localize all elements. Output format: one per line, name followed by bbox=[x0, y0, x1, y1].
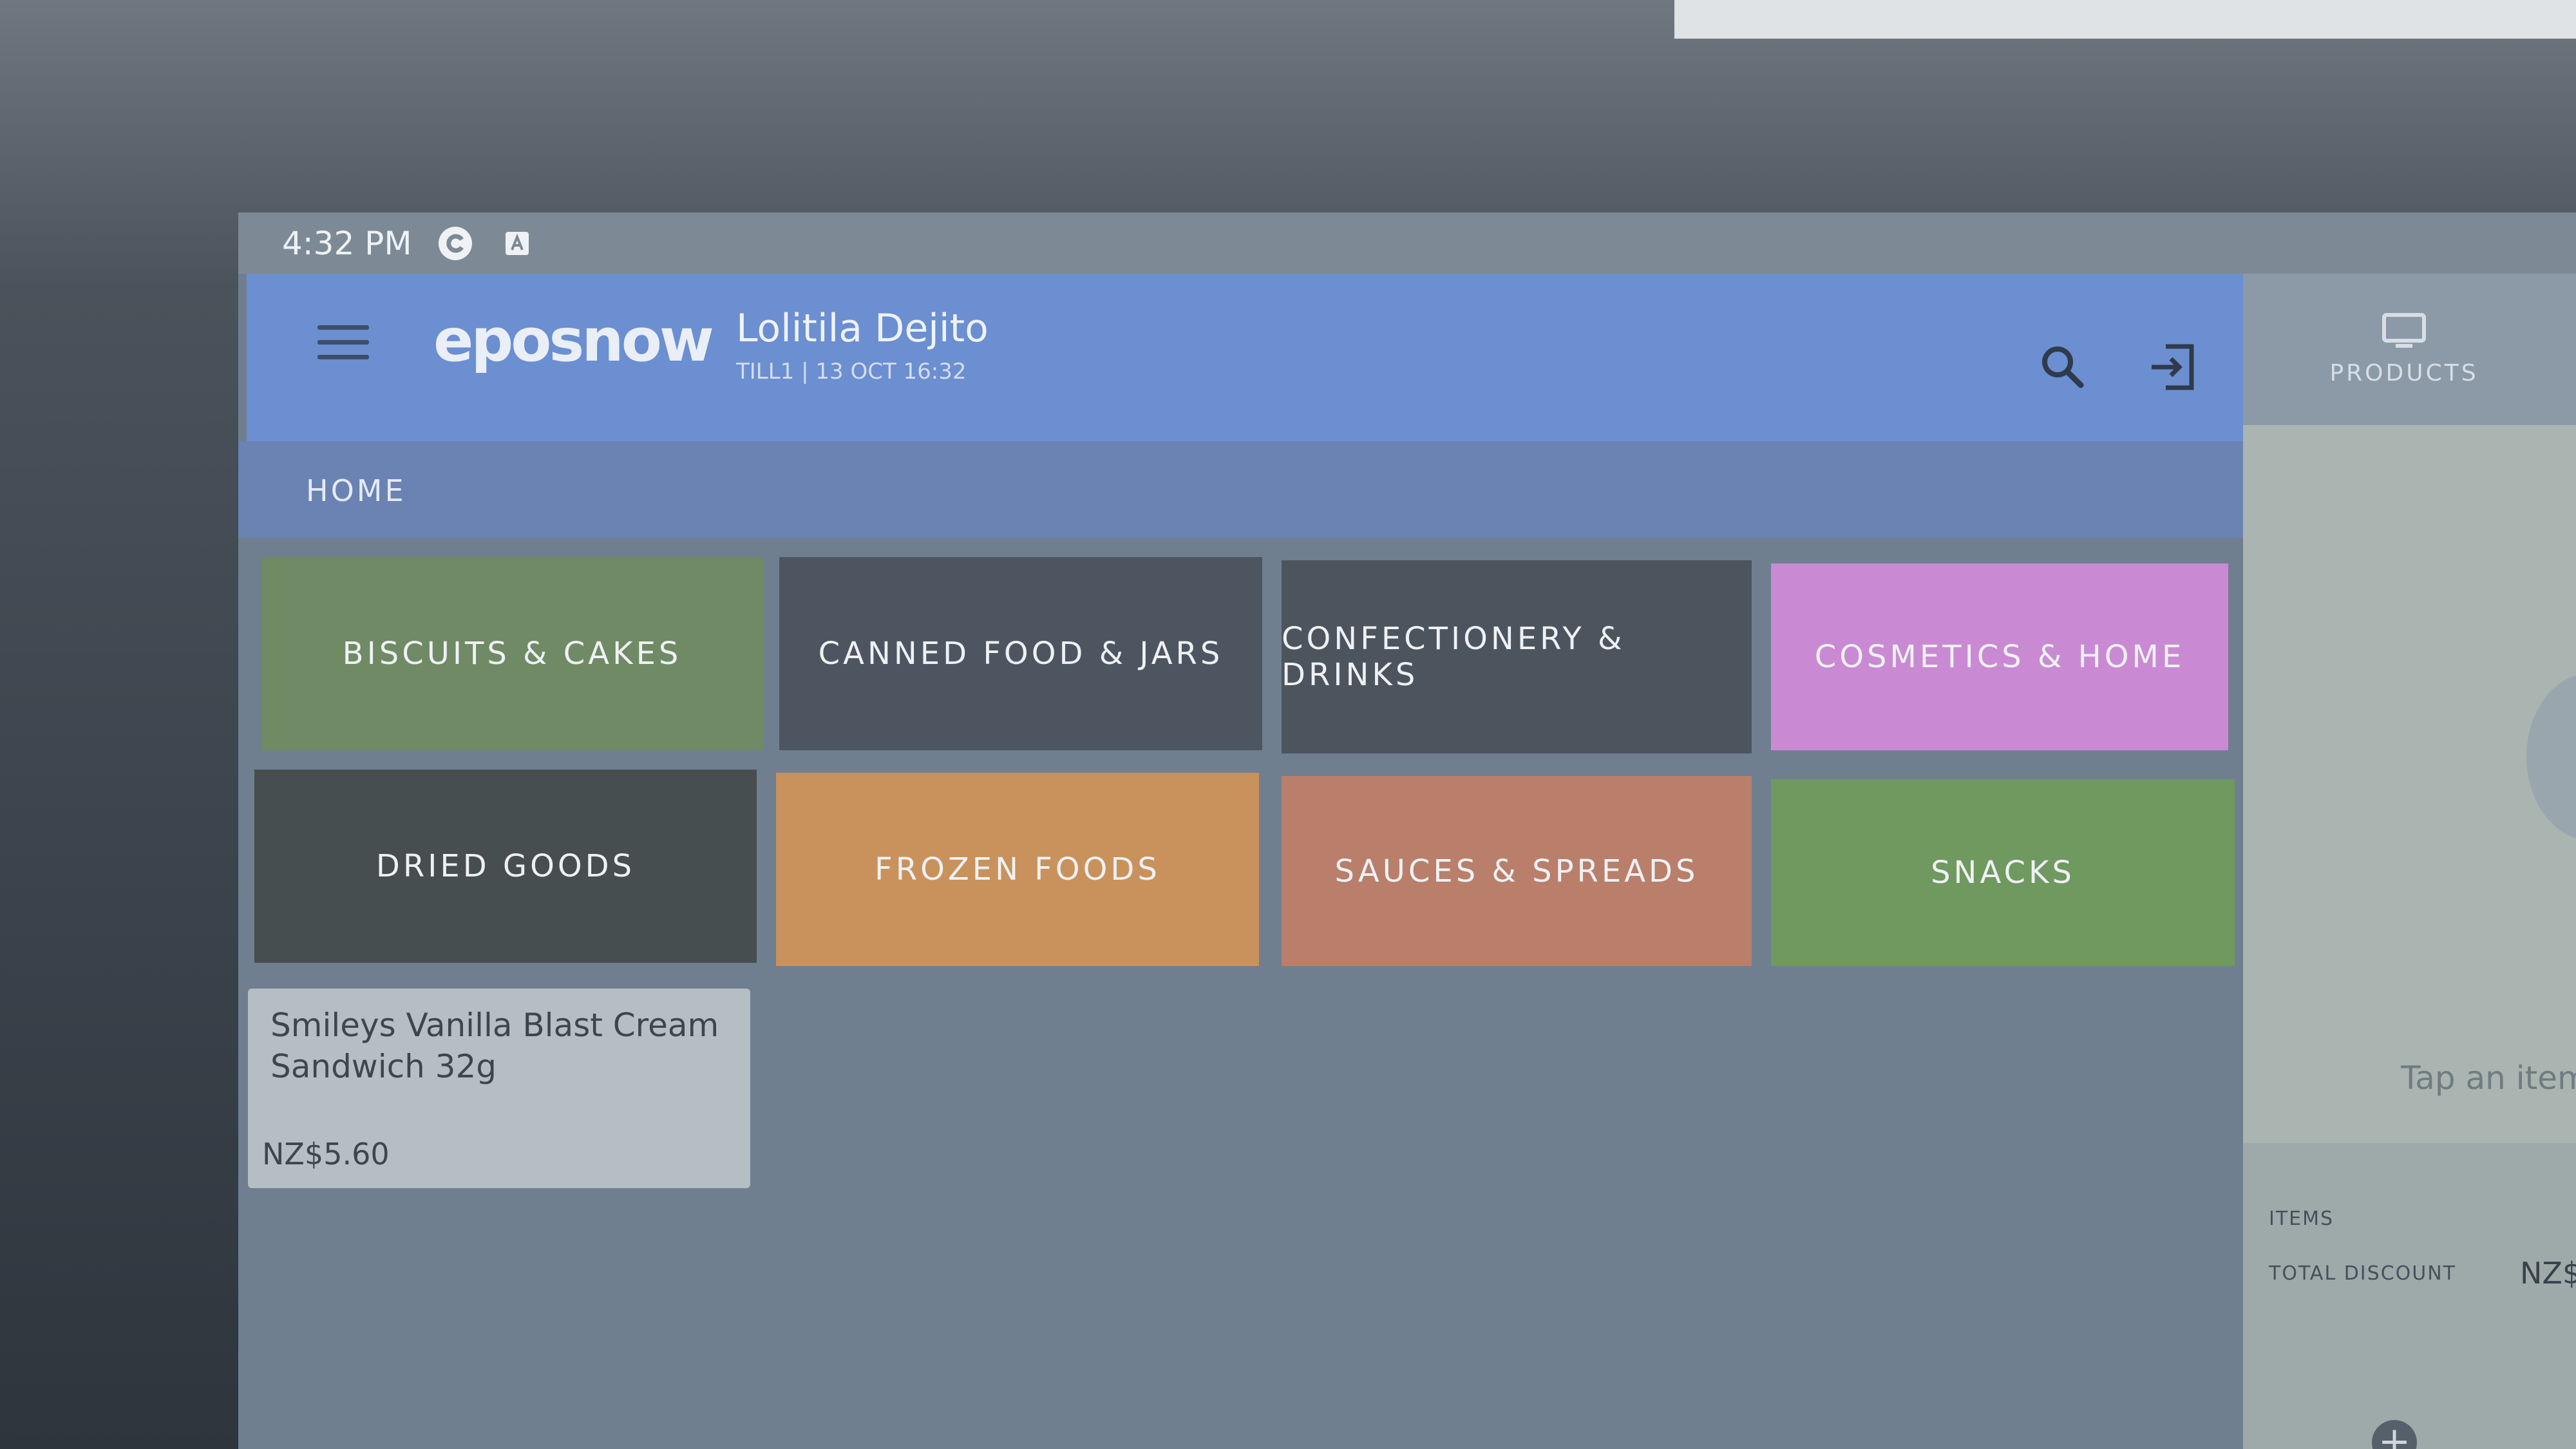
category-tile[interactable]: SNACKS bbox=[1771, 779, 2235, 966]
product-price: NZ$5.60 bbox=[262, 1137, 390, 1171]
category-tile[interactable]: BISCUITS & CAKES bbox=[261, 557, 763, 750]
panel-tabs: PRODUCTS bbox=[2243, 274, 2576, 425]
total-discount-value: NZ$ bbox=[2520, 1256, 2576, 1291]
add-button[interactable]: + bbox=[2372, 1420, 2417, 1449]
order-panel: PRODUCTS Tap an item ITEMS TOTAL DISCOUN… bbox=[2243, 274, 2576, 1449]
tab-products[interactable]: PRODUCTS bbox=[2314, 312, 2494, 409]
category-tile[interactable]: COSMETICS & HOME bbox=[1771, 564, 2228, 750]
category-tile[interactable]: DRIED GOODS bbox=[254, 770, 757, 963]
background-paper bbox=[1674, 0, 2576, 39]
monitor-icon bbox=[2382, 313, 2426, 348]
eposnow-logo: eposnow bbox=[433, 306, 714, 375]
category-tile[interactable]: CANNED FOOD & JARS bbox=[779, 557, 1262, 750]
status-time: 4:32 PM bbox=[282, 224, 412, 262]
items-label: ITEMS bbox=[2269, 1208, 2334, 1230]
product-tile[interactable]: Smileys Vanilla Blast Cream Sandwich 32g… bbox=[248, 989, 750, 1188]
empty-cart-hint: Tap an item bbox=[2401, 1059, 2576, 1097]
breadcrumb-home[interactable]: HOME bbox=[306, 473, 406, 508]
product-name: Smileys Vanilla Blast Cream Sandwich 32g bbox=[270, 1007, 719, 1085]
search-icon[interactable] bbox=[2037, 341, 2088, 393]
order-summary: ITEMS TOTAL DISCOUNT NZ$ + bbox=[2243, 1143, 2576, 1449]
eposnow-notification-icon bbox=[437, 225, 473, 261]
empty-cart-illustration bbox=[2526, 673, 2576, 840]
keyboard-notification-icon bbox=[499, 225, 535, 261]
logout-icon[interactable] bbox=[2146, 341, 2198, 393]
category-tile[interactable]: SAUCES & SPREADS bbox=[1282, 776, 1752, 966]
till-info: TILL1 | 13 OCT 16:32 bbox=[736, 359, 967, 384]
tab-products-label: PRODUCTS bbox=[2329, 360, 2479, 386]
total-discount-label: TOTAL DISCOUNT bbox=[2269, 1262, 2456, 1285]
app-header: eposnow Lolitila Dejito TILL1 | 13 OCT 1… bbox=[247, 274, 2243, 441]
pos-screen: 4:32 PM eposnow Lolitila Dejito TILL1 | … bbox=[238, 213, 2576, 1449]
breadcrumb: HOME bbox=[238, 441, 2243, 538]
status-bar: 4:32 PM bbox=[238, 213, 2576, 274]
menu-icon[interactable] bbox=[317, 325, 369, 366]
user-name: Lolitila Dejito bbox=[736, 306, 989, 351]
category-tile[interactable]: FROZEN FOODS bbox=[776, 773, 1259, 966]
category-tile[interactable]: CONFECTIONERY & DRINKS bbox=[1282, 560, 1752, 753]
